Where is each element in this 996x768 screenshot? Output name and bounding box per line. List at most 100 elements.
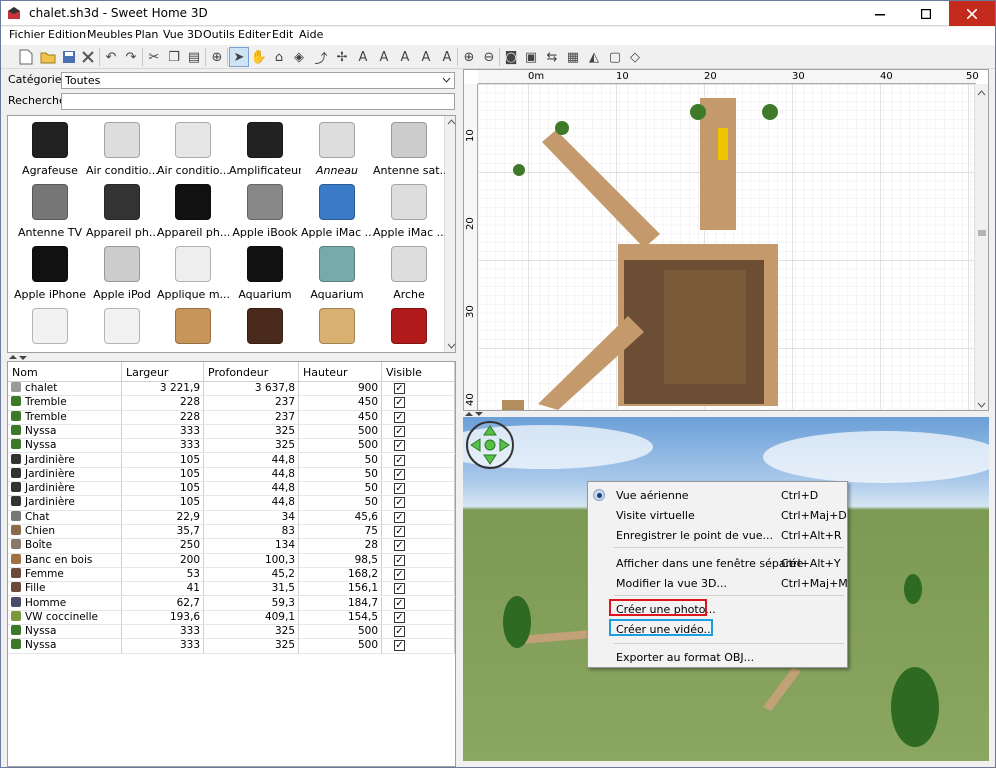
- table-row[interactable]: chalet 3 221,9 3 637,8 900 ✓: [8, 382, 455, 397]
- copy-icon[interactable]: ❐: [164, 47, 184, 67]
- catalog-item[interactable]: [229, 304, 301, 352]
- add-text-icon[interactable]: A: [353, 47, 373, 67]
- visible-checkbox[interactable]: ✓: [394, 568, 405, 580]
- table-row[interactable]: Boîte 250 134 28 ✓: [8, 539, 455, 554]
- zoom-in-icon[interactable]: ⊕: [459, 47, 479, 67]
- table-row[interactable]: Fille 41 31,5 156,1 ✓: [8, 582, 455, 597]
- create-dimensions-icon[interactable]: ✢: [332, 47, 352, 67]
- new-file-icon[interactable]: [16, 47, 36, 67]
- table-row[interactable]: Chat 22,9 34 45,6 ✓: [8, 510, 455, 525]
- close-button[interactable]: [949, 1, 995, 26]
- table-row[interactable]: Homme 62,7 59,3 184,7 ✓: [8, 596, 455, 611]
- visible-checkbox[interactable]: ✓: [394, 511, 405, 523]
- menuitem-aerial-view[interactable]: Vue aérienne Ctrl+D: [588, 486, 847, 504]
- paste-icon[interactable]: ▤: [184, 47, 204, 67]
- zoom-out-icon[interactable]: ⊖: [479, 47, 499, 67]
- cut-icon[interactable]: ✂: [144, 47, 164, 67]
- import-texture-icon[interactable]: ▦: [563, 47, 583, 67]
- visible-checkbox[interactable]: ✓: [394, 497, 405, 509]
- visible-checkbox[interactable]: ✓: [394, 425, 405, 437]
- scroll-down-icon[interactable]: [977, 402, 986, 408]
- preferences-icon[interactable]: [78, 47, 98, 67]
- catalog-item[interactable]: Applique m...: [157, 242, 229, 304]
- menuitem-store-point-of-view[interactable]: Enregistrer le point de vue... Ctrl+Alt+R: [588, 526, 847, 544]
- maximize-button[interactable]: [903, 1, 949, 26]
- catalog-item[interactable]: Aquarium: [301, 242, 373, 304]
- col-header-width[interactable]: Largeur: [122, 362, 204, 382]
- plan-view[interactable]: 0m 10 20 30 40 50 10 20 30 40: [463, 69, 989, 411]
- menuitem-export-obj[interactable]: Exporter au format OBJ...: [588, 648, 847, 666]
- scroll-up-icon[interactable]: [977, 90, 986, 96]
- catalog-item[interactable]: [157, 304, 229, 352]
- visible-checkbox[interactable]: ✓: [394, 440, 405, 452]
- flip-icon[interactable]: ◭: [584, 47, 604, 67]
- create-rooms-icon[interactable]: ◈: [289, 47, 309, 67]
- select-mode-icon[interactable]: ➤: [229, 47, 249, 67]
- visible-checkbox[interactable]: ✓: [394, 483, 405, 495]
- catalog-item[interactable]: Air conditio...: [157, 118, 229, 180]
- minimize-button[interactable]: [857, 1, 903, 26]
- table-row[interactable]: Banc en bois 200 100,3 98,5 ✓: [8, 553, 455, 568]
- catalog-item[interactable]: Apple iMac ...: [373, 180, 445, 242]
- text-bold-icon[interactable]: A: [395, 47, 415, 67]
- catalog-item[interactable]: Anneau: [301, 118, 373, 180]
- catalog-item[interactable]: Antenne sat...: [373, 118, 445, 180]
- catalog-item[interactable]: Arche: [373, 242, 445, 304]
- visible-checkbox[interactable]: ✓: [394, 540, 405, 552]
- text-style-icon[interactable]: A: [374, 47, 394, 67]
- table-row[interactable]: VW coccinelle 193,6 409,1 154,5 ✓: [8, 610, 455, 626]
- table-row[interactable]: Femme 53 45,2 168,2 ✓: [8, 567, 455, 583]
- search-input[interactable]: [61, 93, 455, 110]
- visible-checkbox[interactable]: ✓: [394, 611, 405, 623]
- menu-edit[interactable]: Edit: [272, 28, 293, 41]
- catalog-item[interactable]: Agrafeuse: [14, 118, 86, 180]
- visible-checkbox[interactable]: ✓: [394, 583, 405, 595]
- table-row[interactable]: Jardinière 105 44,8 50 ✓: [8, 496, 455, 511]
- visible-checkbox[interactable]: ✓: [394, 526, 405, 537]
- visible-checkbox[interactable]: ✓: [394, 468, 405, 480]
- menuitem-virtual-visit[interactable]: Visite virtuelle Ctrl+Maj+D: [588, 506, 847, 524]
- background-image-icon[interactable]: ▢: [605, 47, 625, 67]
- col-header-height[interactable]: Hauteur: [299, 362, 382, 382]
- visible-checkbox[interactable]: ✓: [394, 640, 405, 652]
- create-walls-icon[interactable]: ⌂: [269, 47, 289, 67]
- menu-aide[interactable]: Aide: [299, 28, 323, 41]
- catalog-item[interactable]: Air conditio...: [86, 118, 158, 180]
- visible-checkbox[interactable]: ✓: [394, 454, 405, 466]
- table-row[interactable]: Jardinière 105 44,8 50 ✓: [8, 467, 455, 483]
- menu-plan[interactable]: Plan: [135, 28, 158, 41]
- menu-fichier[interactable]: Fichier: [9, 28, 45, 41]
- catalog-item[interactable]: Aquarium: [229, 242, 301, 304]
- redo-icon[interactable]: ↷: [121, 47, 141, 67]
- catalog-item[interactable]: [14, 304, 86, 352]
- scrollbar-thumb-grip-icon[interactable]: [978, 230, 986, 236]
- menu-edition[interactable]: Edition: [48, 28, 86, 41]
- catalog-item[interactable]: Apple iPhone: [14, 242, 86, 304]
- visible-checkbox[interactable]: ✓: [394, 411, 405, 423]
- save-icon[interactable]: [59, 47, 79, 67]
- help-icon[interactable]: ◇: [625, 47, 645, 67]
- table-row[interactable]: Nyssa 333 325 500 ✓: [8, 424, 455, 440]
- create-polylines-icon[interactable]: ⤴: [311, 47, 331, 67]
- table-row[interactable]: Tremble 228 237 450 ✓: [8, 396, 455, 411]
- menu-vue3d[interactable]: Vue 3D: [163, 28, 202, 41]
- catalog-item[interactable]: Appareil ph...: [86, 180, 158, 242]
- decrease-text-icon[interactable]: A: [437, 47, 457, 67]
- category-select[interactable]: Toutes: [61, 72, 455, 89]
- add-furniture-icon[interactable]: ⊕: [207, 47, 227, 67]
- scroll-down-icon[interactable]: [447, 343, 456, 349]
- open-folder-icon[interactable]: [38, 47, 58, 67]
- table-row[interactable]: Jardinière 105 44,8 50 ✓: [8, 482, 455, 497]
- col-header-visible[interactable]: Visible: [382, 362, 455, 382]
- scroll-up-icon[interactable]: [447, 119, 456, 125]
- menuitem-modify-3d-view[interactable]: Modifier la vue 3D... Ctrl+Maj+M: [588, 574, 848, 592]
- table-row[interactable]: Nyssa 333 325 500 ✓: [8, 639, 455, 654]
- catalog-item[interactable]: Amplificateur: [229, 118, 301, 180]
- col-header-depth[interactable]: Profondeur: [204, 362, 299, 382]
- table-row[interactable]: Nyssa 333 325 500 ✓: [8, 625, 455, 640]
- menuitem-separate-window[interactable]: Afficher dans une fenêtre séparée Ctrl+Al…: [588, 554, 847, 572]
- menu-editer[interactable]: Editer: [238, 28, 271, 41]
- catalog-item[interactable]: [86, 304, 158, 352]
- visible-checkbox[interactable]: ✓: [394, 597, 405, 609]
- menu-outils[interactable]: Outils: [203, 28, 235, 41]
